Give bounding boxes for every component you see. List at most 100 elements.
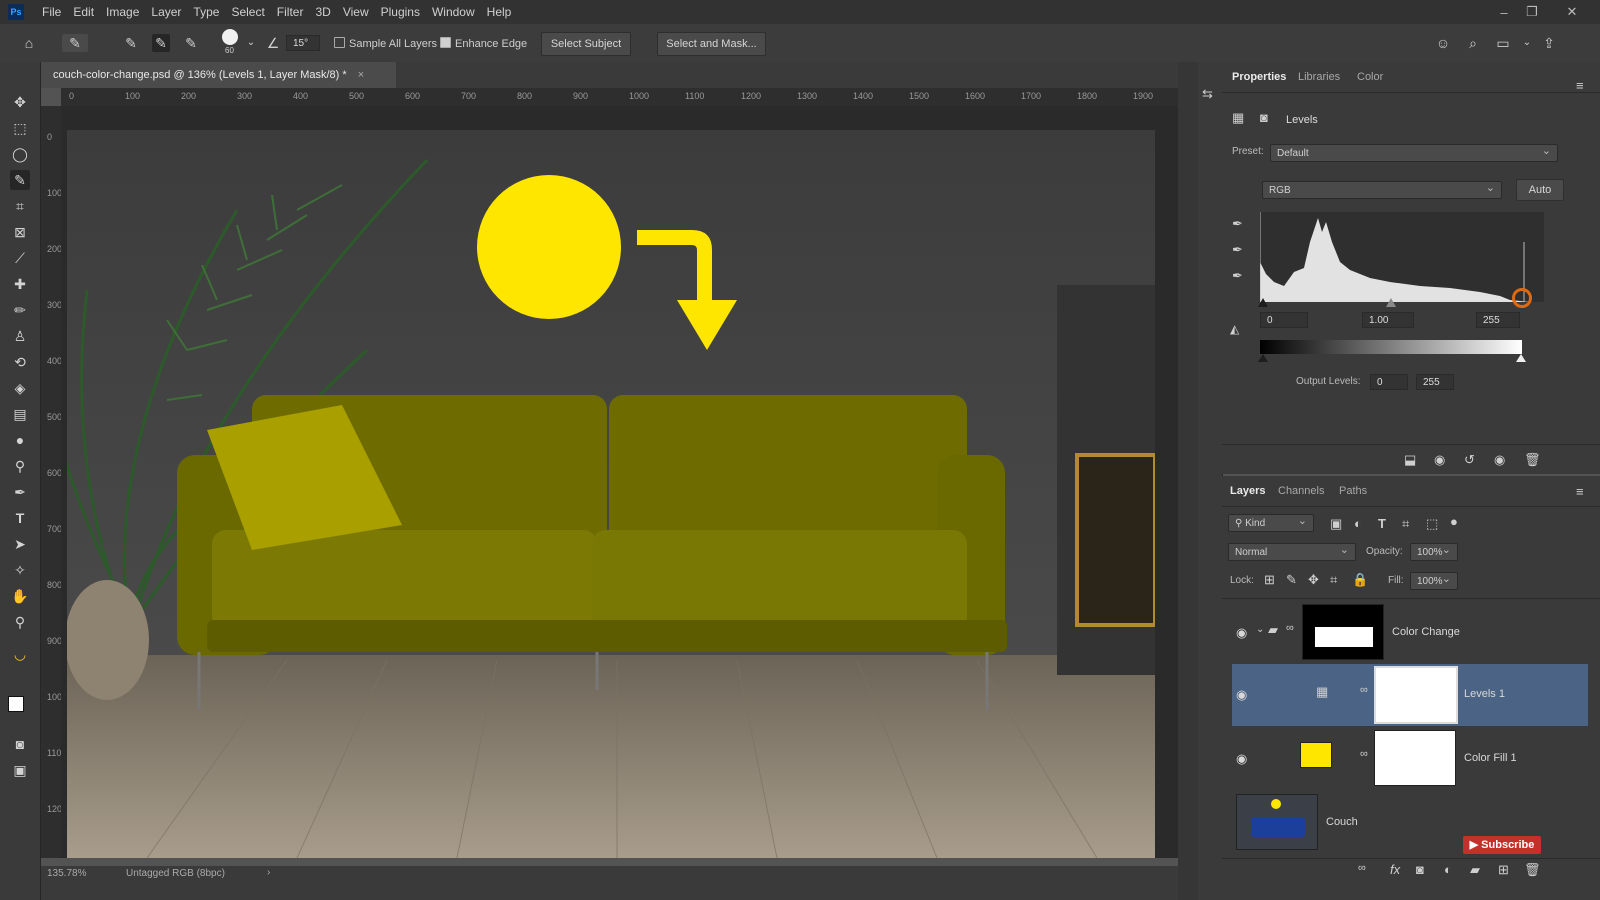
history-panel-icon[interactable]: ⇆ [1202, 86, 1213, 102]
visibility-eye-icon[interactable]: ◉ [1236, 751, 1247, 767]
output-black-field[interactable]: 0 [1370, 374, 1408, 390]
layer-thumbnail[interactable] [1236, 794, 1318, 850]
gradient-tool-icon[interactable]: ▤ [10, 404, 30, 424]
input-gamma-slider[interactable] [1386, 298, 1396, 307]
checkbox-checked-icon[interactable] [440, 37, 451, 48]
menu-plugins[interactable]: Plugins [375, 5, 426, 19]
blend-mode-dropdown[interactable]: Normal [1228, 541, 1356, 561]
path-selection-tool-icon[interactable]: ➤ [10, 534, 30, 554]
tab-paths[interactable]: Paths [1339, 476, 1367, 506]
link-icon[interactable]: ∞ [1286, 622, 1294, 634]
filter-type-icon[interactable]: T [1378, 516, 1386, 531]
visibility-eye-icon[interactable]: ◉ [1494, 452, 1505, 468]
search-help-icon[interactable]: ☺ [1434, 34, 1452, 52]
marquee-tool-icon[interactable]: ⬚ [10, 118, 30, 138]
layer-name[interactable]: Color Fill 1 [1464, 752, 1517, 764]
tab-libraries[interactable]: Libraries [1298, 62, 1340, 92]
input-black-field[interactable]: 0 [1260, 312, 1308, 328]
reset-icon[interactable]: ↺ [1464, 452, 1475, 468]
layer-mask-thumbnail[interactable] [1374, 730, 1456, 786]
gray-point-eyedropper-icon[interactable]: ✒ [1232, 242, 1243, 258]
layer-name[interactable]: Levels 1 [1464, 688, 1505, 700]
panel-menu-icon[interactable]: ≡ [1576, 484, 1584, 499]
close-tab-icon[interactable]: × [358, 69, 364, 81]
chevron-down-icon[interactable]: ⌄ [242, 34, 260, 52]
new-layer-icon[interactable]: ⊞ [1498, 862, 1509, 878]
crop-tool-icon[interactable]: ⌗ [10, 196, 30, 216]
hand-tool-icon[interactable]: ✋ [10, 586, 30, 606]
black-point-eyedropper-icon[interactable]: ✒ [1232, 216, 1243, 232]
sample-all-layers-option[interactable]: Sample All Layers [334, 37, 437, 50]
menu-select[interactable]: Select [225, 5, 270, 19]
filter-adjustment-icon[interactable]: ◐ [1354, 516, 1362, 531]
fill-color-swatch[interactable] [1300, 742, 1332, 768]
add-to-selection-icon[interactable]: ✎ [152, 34, 170, 52]
select-subject-button[interactable]: Select Subject [541, 32, 631, 56]
input-white-field[interactable]: 255 [1476, 312, 1520, 328]
view-previous-icon[interactable]: ◉ [1434, 452, 1445, 468]
panel-menu-icon[interactable]: ≡ [1576, 78, 1584, 93]
select-and-mask-button[interactable]: Select and Mask... [657, 32, 766, 56]
output-white-field[interactable]: 255 [1416, 374, 1454, 390]
tool-preset-icon[interactable]: ✎ [62, 34, 88, 52]
link-icon[interactable]: ∞ [1360, 748, 1368, 760]
opacity-field[interactable]: 100% [1410, 541, 1458, 561]
new-adjustment-icon[interactable]: ◐ [1444, 862, 1452, 877]
move-tool-icon[interactable]: ✥ [10, 92, 30, 112]
home-icon[interactable]: ⌂ [20, 34, 38, 52]
delete-layer-icon[interactable]: 🗑 [1524, 862, 1541, 878]
chevron-right-icon[interactable]: › [267, 867, 270, 878]
menu-help[interactable]: Help [481, 5, 518, 19]
preset-dropdown[interactable]: Default [1270, 142, 1558, 162]
white-point-eyedropper-icon[interactable]: ✒ [1232, 268, 1243, 284]
document-image[interactable] [67, 130, 1155, 858]
search-icon[interactable]: ⌕ [1464, 34, 1482, 52]
share-icon[interactable]: ⇪ [1540, 34, 1558, 52]
layer-mask-thumbnail[interactable] [1374, 666, 1458, 724]
subtract-from-selection-icon[interactable]: ✎ [182, 34, 200, 52]
new-group-icon[interactable]: ▰ [1470, 862, 1480, 878]
output-black-slider[interactable] [1258, 354, 1268, 362]
history-brush-tool-icon[interactable]: ⟲ [10, 352, 30, 372]
menu-type[interactable]: Type [187, 5, 225, 19]
workspace-icon[interactable]: ▭ [1494, 34, 1512, 52]
checkbox-icon[interactable] [334, 37, 345, 48]
menu-image[interactable]: Image [100, 5, 145, 19]
minimize-icon[interactable]: – [1490, 0, 1518, 24]
dodge-tool-icon[interactable]: ⚲ [10, 456, 30, 476]
menu-file[interactable]: File [36, 5, 67, 19]
auto-button[interactable]: Auto [1516, 179, 1564, 201]
zoom-tool-icon[interactable]: ⚲ [10, 612, 30, 632]
input-white-slider-highlight[interactable] [1512, 288, 1532, 308]
visibility-eye-icon[interactable]: ◉ [1236, 625, 1247, 641]
enhance-edge-option[interactable]: Enhance Edge [440, 37, 527, 50]
clone-stamp-tool-icon[interactable]: ♙ [10, 326, 30, 346]
menu-view[interactable]: View [337, 5, 375, 19]
delete-icon[interactable]: 🗑 [1524, 452, 1541, 468]
chevron-down-icon[interactable]: ⌄ [1518, 34, 1536, 52]
brush-tool-icon[interactable]: ✏ [10, 300, 30, 320]
layer-row-color-change[interactable]: ◉ ⌄ ▰ ∞ Color Change [1232, 602, 1588, 664]
layer-row-color-fill-1[interactable]: ◉ ∞ Color Fill 1 [1232, 728, 1588, 790]
document-tab[interactable]: couch-color-change.psd @ 136% (Levels 1,… [41, 62, 396, 88]
fill-field[interactable]: 100% [1410, 570, 1458, 590]
tab-channels[interactable]: Channels [1278, 476, 1324, 506]
menu-window[interactable]: Window [426, 5, 481, 19]
menu-layer[interactable]: Layer [145, 5, 187, 19]
menu-filter[interactable]: Filter [271, 5, 310, 19]
layer-row-levels-1[interactable]: ◉ ▦ ∞ Levels 1 [1232, 664, 1588, 726]
healing-brush-tool-icon[interactable]: ✚ [10, 274, 30, 294]
visibility-eye-icon[interactable]: ◉ [1236, 687, 1247, 703]
filter-shape-icon[interactable]: ⌗ [1402, 516, 1409, 532]
shape-tool-icon[interactable]: ✧ [10, 560, 30, 580]
photoshop-app-icon[interactable]: Ps [8, 4, 24, 20]
frame-tool-icon[interactable]: ⊠ [10, 222, 30, 242]
lock-position-icon[interactable]: ✥ [1308, 572, 1319, 588]
lock-artboard-icon[interactable]: ⌗ [1330, 572, 1337, 588]
screen-mode-icon[interactable]: ▣ [10, 760, 30, 780]
clipping-warning-icon[interactable]: ◭ [1230, 322, 1239, 336]
link-icon[interactable]: ∞ [1360, 684, 1368, 696]
edit-toolbar-icon[interactable]: ◡ [10, 644, 30, 664]
brush-preview-icon[interactable] [222, 29, 238, 45]
tab-properties[interactable]: Properties [1232, 62, 1286, 92]
